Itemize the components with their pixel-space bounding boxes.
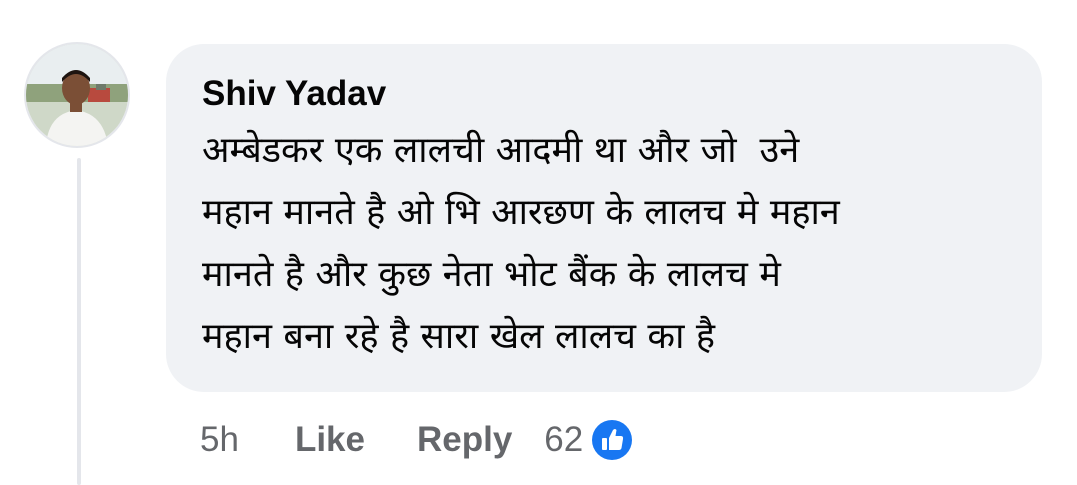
reaction-summary[interactable]: 62 [544,419,633,461]
comment-bubble: Shiv Yadav अम्बेडकर एक लालची आदमी था और … [166,44,1042,392]
reply-button[interactable]: Reply [417,420,512,460]
comment-text: अम्बेडकर एक लालची आदमी था और जो उने महान… [202,130,840,357]
like-thumb-icon [591,419,633,461]
reaction-count: 62 [544,420,584,459]
avatar[interactable] [24,42,130,148]
comment-author[interactable]: Shiv Yadav [202,68,1008,120]
like-button[interactable]: Like [295,420,365,460]
comment-actions: 5h Like Reply 62 [200,410,633,470]
avatar-photo [26,44,128,146]
comment-timestamp[interactable]: 5h [200,420,239,460]
thread-line [77,158,81,485]
comment-container: Shiv Yadav अम्बेडकर एक लालची आदमी था और … [0,0,1077,485]
